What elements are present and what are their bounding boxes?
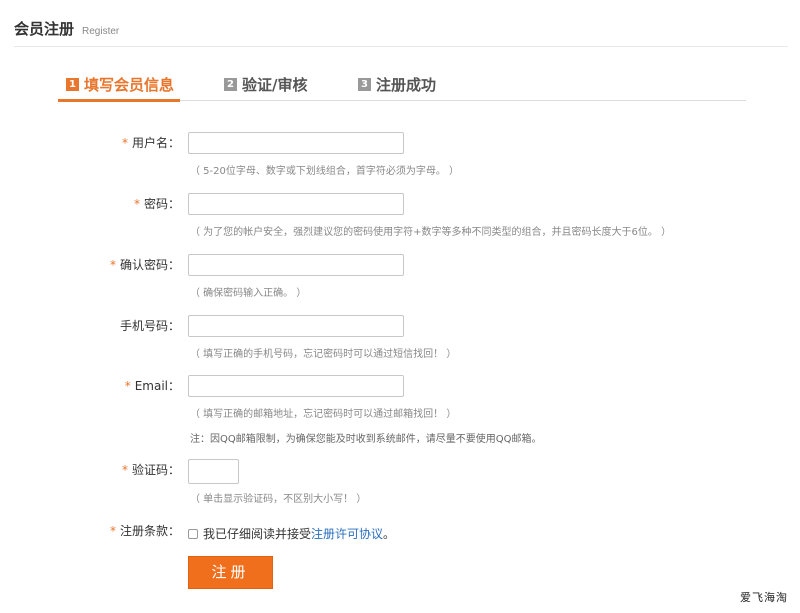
page-title: 会员注册 <box>14 20 75 38</box>
username-label-text: 用户名： <box>131 136 180 150</box>
confirm-password-hint: （ 确保密码输入正确。 ） <box>190 288 307 299</box>
required-mark: * <box>124 379 131 393</box>
username-input[interactable] <box>188 132 404 154</box>
header-divider <box>14 46 788 47</box>
required-mark: * <box>109 258 116 272</box>
confirm-password-input[interactable] <box>188 254 404 276</box>
confirm-password-label: * 确认密码： <box>60 253 180 277</box>
terms-license-link[interactable]: 注册许可协议 <box>311 525 383 542</box>
register-page: 会员注册 Register 1 填写会员信息 2 验证/审核 3 注册成功 * 用… <box>0 0 800 613</box>
username-hint: （ 5-20位字母、数字或下划线组合，首字符必须为字母。 ） <box>190 166 460 177</box>
register-submit-button[interactable]: 注册 <box>188 556 273 589</box>
step-fill-info: 1 填写会员信息 <box>66 74 174 95</box>
terms-label: * 注册条款： <box>60 519 180 543</box>
password-label: * 密码： <box>60 192 180 216</box>
required-mark: * <box>121 136 128 150</box>
step-success: 3 注册成功 <box>358 74 436 95</box>
registration-steps: 1 填写会员信息 2 验证/审核 3 注册成功 <box>58 72 746 102</box>
page-subtitle: Register <box>82 26 120 37</box>
step-number-3: 3 <box>358 78 371 91</box>
site-watermark: 爱飞海淘 <box>740 591 788 604</box>
username-label: * 用户名： <box>60 131 180 155</box>
email-label-text: Email： <box>134 379 180 393</box>
step-number-1: 1 <box>66 78 79 91</box>
phone-input[interactable] <box>188 315 404 337</box>
password-input[interactable] <box>188 193 404 215</box>
phone-label: 手机号码： <box>119 319 180 333</box>
captcha-hint: （ 单击显示验证码，不区别大小写！ ） <box>190 494 367 505</box>
captcha-label-text: 验证码： <box>131 463 180 477</box>
password-hint: （ 为了您的帐户安全，强烈建议您的密码使用字符+数字等多种不同类型的组合，并且密… <box>190 227 672 238</box>
terms-agreement: 我已仔细阅读并接受 注册许可协议。 <box>188 525 395 542</box>
password-label-text: 密码： <box>143 197 180 211</box>
email-hint: （ 填写正确的邮箱地址，忘记密码时可以通过邮箱找回！ ） <box>190 409 457 420</box>
step-label-3: 注册成功 <box>376 76 437 94</box>
terms-checkbox[interactable] <box>188 528 198 539</box>
step-label-2: 验证/审核 <box>242 76 308 94</box>
captcha-label: * 验证码： <box>60 458 180 482</box>
required-mark: * <box>109 524 116 538</box>
active-step-underline <box>58 99 180 102</box>
email-qq-note: 注：因QQ邮箱限制，为确保您能及时收到系统邮件，请尽量不要使用QQ邮箱。 <box>190 434 542 445</box>
terms-agree-text: 我已仔细阅读并接受 <box>203 527 312 541</box>
step-verify: 2 验证/审核 <box>224 74 307 95</box>
step-number-2: 2 <box>224 78 237 91</box>
step-label-1: 填写会员信息 <box>84 76 175 94</box>
page-header: 会员注册 Register <box>14 18 119 39</box>
required-mark: * <box>133 197 140 211</box>
terms-suffix: 。 <box>383 527 396 541</box>
terms-label-text: 注册条款： <box>119 524 180 538</box>
captcha-input[interactable] <box>188 459 239 484</box>
phone-hint: （ 填写正确的手机号码，忘记密码时可以通过短信找回！ ） <box>190 349 457 360</box>
confirm-password-label-text: 确认密码： <box>119 258 180 272</box>
required-mark: * <box>121 463 128 477</box>
email-label: * Email： <box>60 374 180 398</box>
email-input[interactable] <box>188 375 404 397</box>
